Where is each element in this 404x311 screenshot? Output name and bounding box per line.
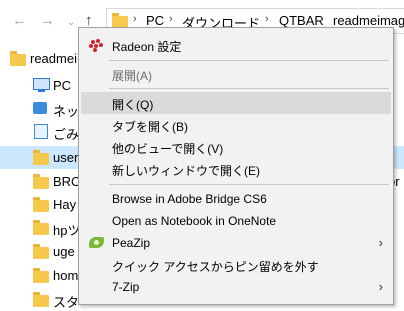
breadcrumb-item[interactable]: readmeimag	[333, 13, 404, 28]
menu-separator	[109, 184, 389, 185]
folder-icon	[33, 174, 49, 189]
forward-arrow-icon[interactable]: →	[40, 12, 55, 30]
menu-item-label: 展開(A)	[112, 69, 152, 83]
radeon-icon	[89, 39, 103, 52]
menu-item-label: 新しいウィンドウで開く(E)	[112, 164, 260, 178]
menu-item-onenote[interactable]: Open as Notebook in OneNote	[81, 210, 391, 232]
recent-locations-chevron-icon[interactable]: ⌄	[67, 14, 75, 32]
tree-item-label: user	[53, 150, 79, 165]
chevron-right-icon[interactable]: ›	[265, 13, 269, 25]
tree-item-label: Hay	[53, 197, 77, 212]
folder-icon	[33, 197, 49, 212]
menu-item-label: 7-Zip	[112, 280, 140, 294]
breadcrumb-item[interactable]: PC	[146, 13, 164, 28]
menu-item-label: 開く(Q)	[112, 98, 154, 112]
folder-icon	[33, 220, 49, 235]
menu-item-label: Radeon 設定	[112, 40, 182, 54]
menu-item-adobe-bridge[interactable]: Browse in Adobe Bridge CS6	[81, 188, 391, 210]
tree-item-label: スタ	[53, 295, 80, 310]
menu-item-open-in-tab[interactable]: タブを開く(B)	[81, 114, 391, 136]
menu-separator	[109, 60, 389, 61]
folder-icon	[10, 51, 26, 66]
menu-item-label: クイック アクセスからピン留めを外す	[112, 260, 319, 274]
tree-item-label: readmei	[30, 51, 77, 66]
network-icon	[33, 102, 47, 114]
menu-separator	[109, 88, 389, 89]
menu-item-peazip[interactable]: PeaZip ›	[81, 232, 391, 254]
breadcrumb-item[interactable]: QTBAR	[279, 13, 324, 28]
tree-item-label: PC	[53, 78, 72, 93]
menu-item-expand: 展開(A)	[81, 63, 391, 85]
folder-icon	[33, 150, 49, 165]
peazip-icon	[89, 237, 104, 249]
menu-item-label: Open as Notebook in OneNote	[112, 214, 277, 228]
pc-icon	[33, 78, 50, 92]
back-arrow-icon[interactable]: ←	[12, 12, 27, 30]
tree-item-label: uge	[53, 244, 75, 259]
context-menu: Radeon 設定 展開(A) 開く(Q) タブを開く(B) 他のビューで開く(…	[78, 27, 394, 305]
chevron-right-icon: ›	[378, 235, 383, 250]
chevron-right-icon[interactable]: ›	[320, 13, 324, 25]
menu-item-label: 他のビューで開く(V)	[112, 142, 224, 156]
chevron-right-icon: ›	[378, 279, 383, 294]
menu-item-open-in-new-window[interactable]: 新しいウィンドウで開く(E)	[81, 158, 391, 180]
tree-item-label: hpツ	[53, 223, 81, 238]
recycle-bin-icon	[34, 124, 48, 139]
tree-item-label: BRO	[53, 174, 82, 189]
folder-icon	[33, 244, 49, 259]
menu-item-open-in-other-view[interactable]: 他のビューで開く(V)	[81, 136, 391, 158]
menu-item-7zip[interactable]: 7-Zip ›	[81, 276, 391, 298]
menu-item-radeon-settings[interactable]: Radeon 設定	[81, 34, 391, 56]
tree-item-label: hom	[53, 268, 79, 283]
folder-icon	[33, 292, 49, 307]
chevron-right-icon[interactable]: ›	[133, 13, 137, 25]
menu-item-label: Browse in Adobe Bridge CS6	[112, 192, 267, 206]
menu-item-label: PeaZip	[112, 236, 151, 250]
menu-item-label: タブを開く(B)	[112, 120, 188, 134]
folder-icon	[33, 268, 49, 283]
chevron-right-icon[interactable]: ›	[169, 13, 173, 25]
menu-item-open[interactable]: 開く(Q)	[81, 92, 391, 114]
menu-item-unpin-quick-access[interactable]: クイック アクセスからピン留めを外す	[81, 254, 391, 276]
